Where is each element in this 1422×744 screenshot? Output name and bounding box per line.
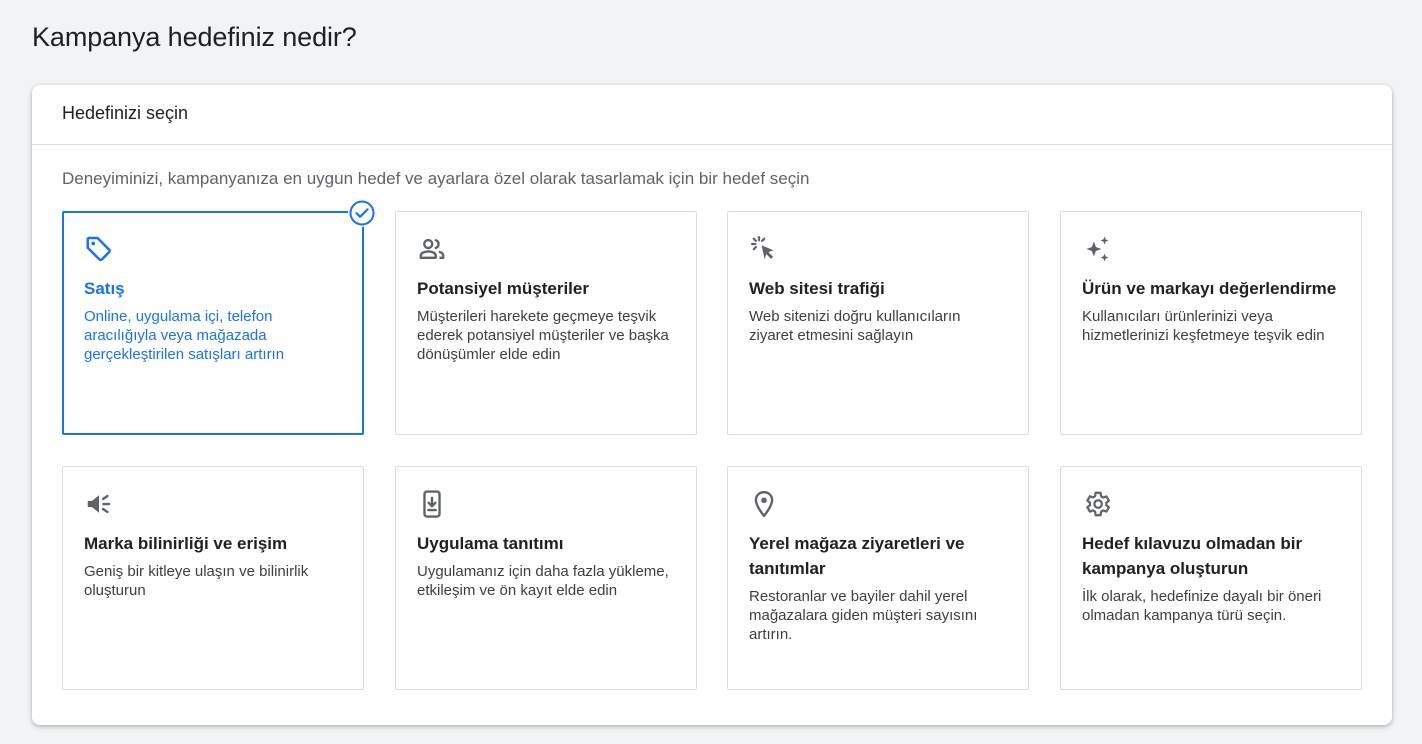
megaphone-icon bbox=[84, 489, 114, 519]
tag-icon bbox=[84, 234, 114, 264]
location-pin-icon bbox=[749, 489, 779, 519]
page-title: Kampanya hedefiniz nedir? bbox=[32, 22, 357, 52]
goal-card-title: Satış bbox=[84, 279, 125, 298]
goal-card-app-promotion[interactable]: Uygulama tanıtımı Uygulamanız için daha … bbox=[395, 466, 697, 690]
goal-card-description: Geniş bir kitleye ulaşın ve bilinirlik o… bbox=[84, 563, 309, 599]
goal-card-description: Kullanıcıları ürünlerinizi veya hizmetle… bbox=[1082, 308, 1325, 344]
gear-icon bbox=[1082, 489, 1112, 519]
goal-card-leads[interactable]: Potansiyel müşteriler Müşterileri hareke… bbox=[395, 211, 697, 435]
goal-card-title: Yerel mağaza ziyaretleri ve tanıtımlar bbox=[749, 534, 965, 578]
goal-card-description: Müşterileri harekete geçmeye teşvik eder… bbox=[417, 308, 669, 363]
goal-card-description: Uygulamanız için daha fazla yükleme, etk… bbox=[417, 563, 669, 599]
people-icon bbox=[417, 234, 447, 264]
panel-description: Deneyiminizi, kampanyanıza en uygun hede… bbox=[62, 169, 810, 188]
goal-panel: Hedefinizi seçin Deneyiminizi, kampanyan… bbox=[32, 85, 1392, 725]
goal-card-title: Potansiyel müşteriler bbox=[417, 279, 589, 298]
cursor-click-icon bbox=[749, 234, 779, 264]
sparkle-icon bbox=[1082, 234, 1112, 264]
goal-card-description: Online, uygulama içi, telefon aracılığıy… bbox=[84, 308, 285, 363]
goal-card-sales[interactable]: Satış Online, uygulama içi, telefon arac… bbox=[62, 199, 376, 435]
goal-card-brand-awareness[interactable]: Marka bilinirliği ve erişim Geniş bir ki… bbox=[62, 466, 364, 690]
check-circle-icon bbox=[348, 199, 376, 227]
goal-card-no-goal[interactable]: Hedef kılavuzu olmadan bir kampanya oluş… bbox=[1060, 466, 1362, 690]
goal-card-description: Restoranlar ve bayiler dahil yerel mağaz… bbox=[749, 588, 978, 643]
goal-card-title: Uygulama tanıtımı bbox=[417, 534, 564, 553]
goal-card-title: Ürün ve markayı değerlendirme bbox=[1082, 279, 1337, 298]
goal-card-local-store-visits[interactable]: Yerel mağaza ziyaretleri ve tanıtımlar R… bbox=[727, 466, 1029, 690]
goal-card-website-traffic[interactable]: Web sitesi trafiği Web sitenizi doğru ku… bbox=[727, 211, 1029, 435]
goal-card-description: İlk olarak, hedefinize dayalı bir öneri … bbox=[1082, 588, 1322, 624]
goal-card-description: Web sitenizi doğru kullanıcıların ziyare… bbox=[749, 308, 961, 344]
goal-card-title: Marka bilinirliği ve erişim bbox=[84, 534, 288, 553]
phone-download-icon bbox=[417, 489, 447, 519]
panel-header: Hedefinizi seçin bbox=[32, 85, 1392, 145]
goal-card-title: Web sitesi trafiği bbox=[749, 279, 885, 298]
goal-card-product-consideration[interactable]: Ürün ve markayı değerlendirme Kullanıcıl… bbox=[1060, 211, 1362, 435]
goal-card-title: Hedef kılavuzu olmadan bir kampanya oluş… bbox=[1082, 534, 1303, 578]
